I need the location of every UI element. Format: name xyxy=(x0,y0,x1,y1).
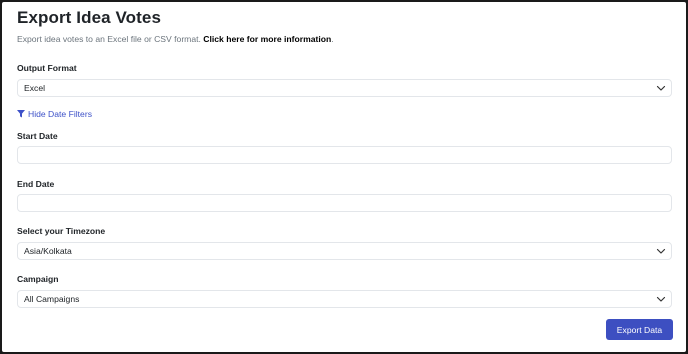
subtitle-period: . xyxy=(331,34,334,44)
export-panel: Export Idea Votes Export idea votes to a… xyxy=(2,2,686,352)
timezone-select[interactable]: Asia/Kolkata xyxy=(17,242,672,260)
page-title: Export Idea Votes xyxy=(17,8,162,27)
chevron-down-icon xyxy=(656,248,666,254)
chevron-down-icon xyxy=(656,296,666,302)
end-date-label: End Date xyxy=(17,179,55,189)
hide-date-filters-label: Hide Date Filters xyxy=(28,109,92,119)
export-data-button[interactable]: Export Data xyxy=(606,319,673,340)
end-date-input[interactable] xyxy=(17,194,672,212)
start-date-label: Start Date xyxy=(17,131,58,141)
timezone-value: Asia/Kolkata xyxy=(24,246,72,256)
filter-icon xyxy=(17,110,25,118)
campaign-value: All Campaigns xyxy=(24,294,80,304)
campaign-select[interactable]: All Campaigns xyxy=(17,290,672,308)
output-format-select[interactable]: Excel xyxy=(17,79,672,97)
output-format-value: Excel xyxy=(24,83,46,93)
page-subtitle: Export idea votes to an Excel file or CS… xyxy=(17,34,334,44)
subtitle-text: Export idea votes to an Excel file or CS… xyxy=(17,34,201,44)
more-info-link[interactable]: Click here for more information xyxy=(203,34,331,44)
start-date-input[interactable] xyxy=(17,146,672,164)
timezone-label: Select your Timezone xyxy=(17,226,106,236)
chevron-down-icon xyxy=(656,85,666,91)
hide-date-filters-link[interactable]: Hide Date Filters xyxy=(17,109,92,119)
campaign-label: Campaign xyxy=(17,274,59,284)
output-format-label: Output Format xyxy=(17,63,77,73)
